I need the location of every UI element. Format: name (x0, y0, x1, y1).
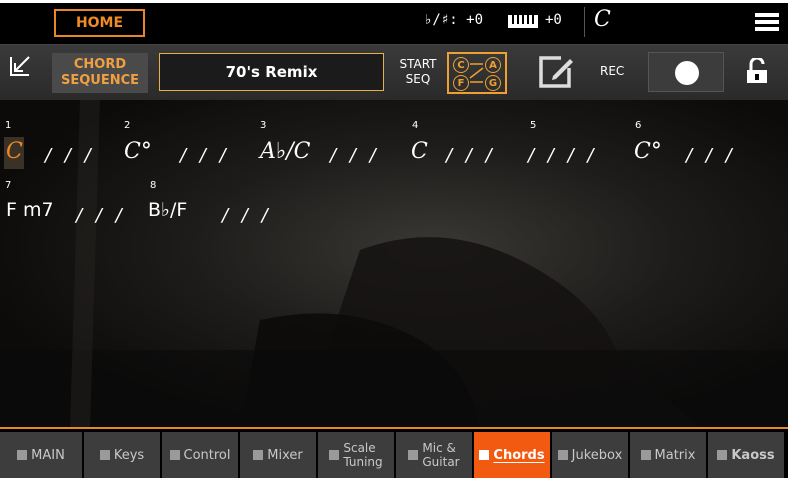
tab-label: Tuning (343, 455, 383, 469)
tab-label: Mic & (422, 441, 456, 455)
home-button[interactable]: HOME (54, 9, 145, 37)
matrix-icon (640, 450, 651, 460)
shrink-icon[interactable] (9, 55, 31, 77)
chord-symbol[interactable]: C° (124, 139, 152, 164)
unlock-icon[interactable] (745, 58, 769, 84)
tab-matrix[interactable]: Matrix (630, 432, 706, 478)
bar-number: 2 (124, 120, 131, 131)
beat-slashes[interactable]: / / / (686, 145, 736, 166)
rec-label: REC (600, 64, 625, 78)
chord-symbol[interactable]: B♭/F (148, 199, 187, 221)
tab-label: Keys (113, 447, 145, 463)
divider-line (0, 427, 788, 429)
chord-symbol[interactable]: C° (634, 139, 662, 164)
start-seq-label-1: START (399, 57, 437, 71)
menu-icon[interactable] (755, 13, 779, 31)
scale-icon (329, 450, 340, 460)
arrows-icon (469, 63, 484, 83)
keyboard-icon (508, 15, 538, 28)
mixer-icon (253, 450, 264, 460)
beat-slashes[interactable]: / / / (330, 145, 380, 166)
mic-icon (408, 450, 419, 460)
tab-control[interactable]: Control (162, 432, 238, 478)
bar-number: 6 (635, 120, 642, 131)
beat-slashes[interactable]: / / / (446, 145, 496, 166)
tab-label: Jukebox (571, 447, 623, 463)
tab-label: Guitar (422, 455, 460, 469)
chord-symbol[interactable]: A♭/C (260, 139, 311, 164)
tab-main[interactable]: MAIN (0, 432, 82, 478)
bar-number: 8 (150, 180, 157, 191)
tab-scale-tuning[interactable]: Scale Tuning (318, 432, 394, 478)
tab-bar: MAIN Keys Control Mixer Scale Tuning Mic … (0, 432, 788, 478)
tab-chords[interactable]: Chords (474, 432, 550, 478)
bar-number: 3 (260, 120, 267, 131)
current-key-chord[interactable]: C (594, 7, 611, 32)
kaoss-icon (717, 450, 728, 460)
chord-sequence-area: 1 C / / / 2 C° / / / 3 A♭/C / / / 4 C / … (0, 100, 788, 428)
background-photo (0, 100, 788, 428)
chord-sequence-label-1: CHORD (73, 57, 127, 72)
keys-icon (99, 450, 110, 460)
bar-number: 5 (530, 120, 537, 131)
tab-label: Scale (343, 441, 376, 455)
chords-icon (479, 450, 490, 460)
tab-kaoss[interactable]: Kaoss (708, 432, 784, 478)
tab-label: MAIN (31, 447, 65, 463)
start-seq-label-2: SEQ (405, 72, 431, 86)
home-icon (17, 450, 28, 460)
transpose-readout[interactable]: ♭/♯: +0 (424, 12, 483, 28)
beat-slashes[interactable]: / / / / (528, 145, 597, 166)
chord-sequence-label-2: SEQUENCE (60, 73, 140, 88)
bar-number: 4 (412, 120, 419, 131)
bar-number: 1 (5, 120, 12, 131)
tab-label: Chords (493, 447, 545, 463)
tab-label: Kaoss (731, 447, 775, 463)
beat-slashes[interactable]: / / / (222, 205, 272, 226)
record-icon (675, 61, 699, 85)
tab-keys[interactable]: Keys (84, 432, 160, 478)
tab-label: Mixer (267, 447, 303, 463)
status-bar: HOME ♭/♯: +0 +0 C (0, 3, 788, 41)
start-seq-button[interactable]: START SEQ (393, 57, 443, 87)
chord-sequence-button[interactable]: CHORD SEQUENCE (52, 53, 148, 93)
tab-mixer[interactable]: Mixer (240, 432, 316, 478)
beat-slashes[interactable]: / / / (45, 145, 95, 166)
screen: HOME ♭/♯: +0 +0 C CHORD SEQUENCE 70's Re… (0, 3, 788, 478)
chord-symbol[interactable]: F m7 (6, 199, 54, 221)
tab-jukebox[interactable]: Jukebox (552, 432, 628, 478)
beat-slashes[interactable]: / / / (76, 205, 126, 226)
tab-label: Control (183, 447, 231, 463)
chord-symbol[interactable]: C (6, 139, 23, 164)
edit-icon[interactable] (537, 54, 575, 90)
tab-mic-guitar[interactable]: Mic & Guitar (396, 432, 472, 478)
start-seq-icon[interactable]: C A F G (447, 52, 507, 94)
tab-label: Matrix (654, 447, 696, 463)
chord-symbol[interactable]: C (411, 139, 428, 164)
jukebox-icon (557, 450, 568, 460)
sequence-name-field[interactable]: 70's Remix (159, 53, 384, 91)
keyboard-transpose-value[interactable]: +0 (545, 12, 562, 28)
chord-sequence-toolbar: CHORD SEQUENCE 70's Remix START SEQ C A … (0, 44, 788, 101)
control-icon (169, 450, 180, 460)
divider (584, 7, 585, 37)
record-button[interactable] (648, 52, 724, 92)
beat-slashes[interactable]: / / / (180, 145, 230, 166)
bar-number: 7 (5, 180, 12, 191)
